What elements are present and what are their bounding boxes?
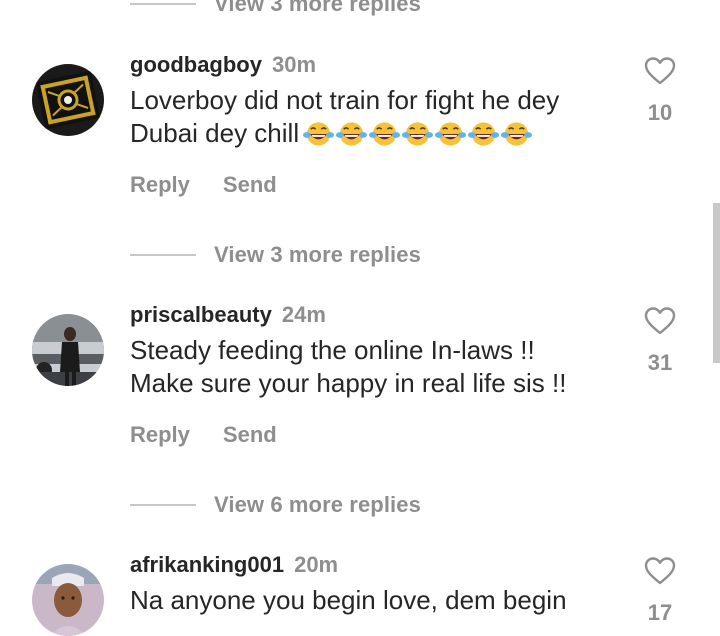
comment-header: afrikanking001 20m: [130, 552, 338, 578]
like-count: 17: [647, 600, 673, 625]
scrollbar-thumb[interactable]: [713, 203, 720, 363]
view-more-replies[interactable]: View 3 more replies: [130, 240, 421, 270]
view-more-replies[interactable]: View 6 more replies: [130, 490, 421, 520]
avatar[interactable]: [32, 314, 104, 386]
face-with-tears-of-joy-icon: [402, 122, 434, 146]
replies-divider-line: [130, 254, 196, 256]
face-with-tears-of-joy-icon: [369, 122, 401, 146]
comment-text-line: Make sure your happy in real life sis !!: [130, 368, 567, 398]
reply-button[interactable]: Reply: [130, 422, 190, 448]
username[interactable]: goodbagboy: [130, 52, 262, 78]
replies-divider-line: [130, 3, 196, 5]
view-more-replies-top[interactable]: View 3 more replies: [130, 0, 421, 19]
laughing-emoji-row: [303, 120, 534, 148]
view-more-replies-label[interactable]: View 6 more replies: [214, 492, 421, 518]
replies-divider-line: [130, 504, 196, 506]
comment-header: goodbagboy 30m: [130, 52, 316, 78]
avatar-image: [32, 564, 104, 636]
face-with-tears-of-joy-icon: [501, 122, 533, 146]
view-more-replies-label[interactable]: View 3 more replies: [214, 0, 421, 17]
face-with-tears-of-joy-icon: [468, 122, 500, 146]
comment-actions: Reply Send: [130, 422, 277, 448]
comment-text: Loverboy did not train for fight he dey …: [130, 84, 620, 150]
comment-actions: Reply Send: [130, 172, 277, 198]
avatar[interactable]: [32, 64, 104, 136]
avatar-image: [32, 64, 104, 136]
heart-icon[interactable]: [644, 56, 676, 86]
face-with-tears-of-joy-icon: [435, 122, 467, 146]
comment-text: Steady feeding the online In-laws !! Mak…: [130, 334, 620, 400]
comment-time: 20m: [294, 552, 339, 577]
send-button[interactable]: Send: [223, 172, 277, 198]
username[interactable]: priscalbeauty: [130, 302, 272, 328]
heart-icon[interactable]: [644, 556, 676, 586]
comment-time: 24m: [281, 302, 326, 327]
like-count: 10: [647, 100, 673, 125]
comment-text-line: Steady feeding the online In-laws !!: [130, 335, 535, 365]
heart-icon[interactable]: [644, 306, 676, 336]
avatar[interactable]: [32, 564, 104, 636]
comment-text-line: Na anyone you begin love, dem begin: [130, 585, 567, 615]
comment-text-line: Dubai dey chill: [130, 118, 300, 148]
avatar-image: [32, 314, 104, 386]
like-count: 31: [647, 350, 673, 375]
reply-button[interactable]: Reply: [130, 172, 190, 198]
comment-time: 30m: [271, 52, 317, 77]
comment-text-line-with-emoji: Dubai dey chill: [130, 117, 620, 150]
comment-header: priscalbeauty 24m: [130, 302, 326, 328]
face-with-tears-of-joy-icon: [336, 122, 368, 146]
send-button[interactable]: Send: [223, 422, 277, 448]
username[interactable]: afrikanking001: [130, 552, 284, 578]
view-more-replies-label[interactable]: View 3 more replies: [214, 242, 421, 268]
comment-text: Na anyone you begin love, dem begin: [130, 584, 620, 617]
face-with-tears-of-joy-icon: [303, 122, 335, 146]
comment-text-line: Loverboy did not train for fight he dey: [130, 85, 560, 115]
